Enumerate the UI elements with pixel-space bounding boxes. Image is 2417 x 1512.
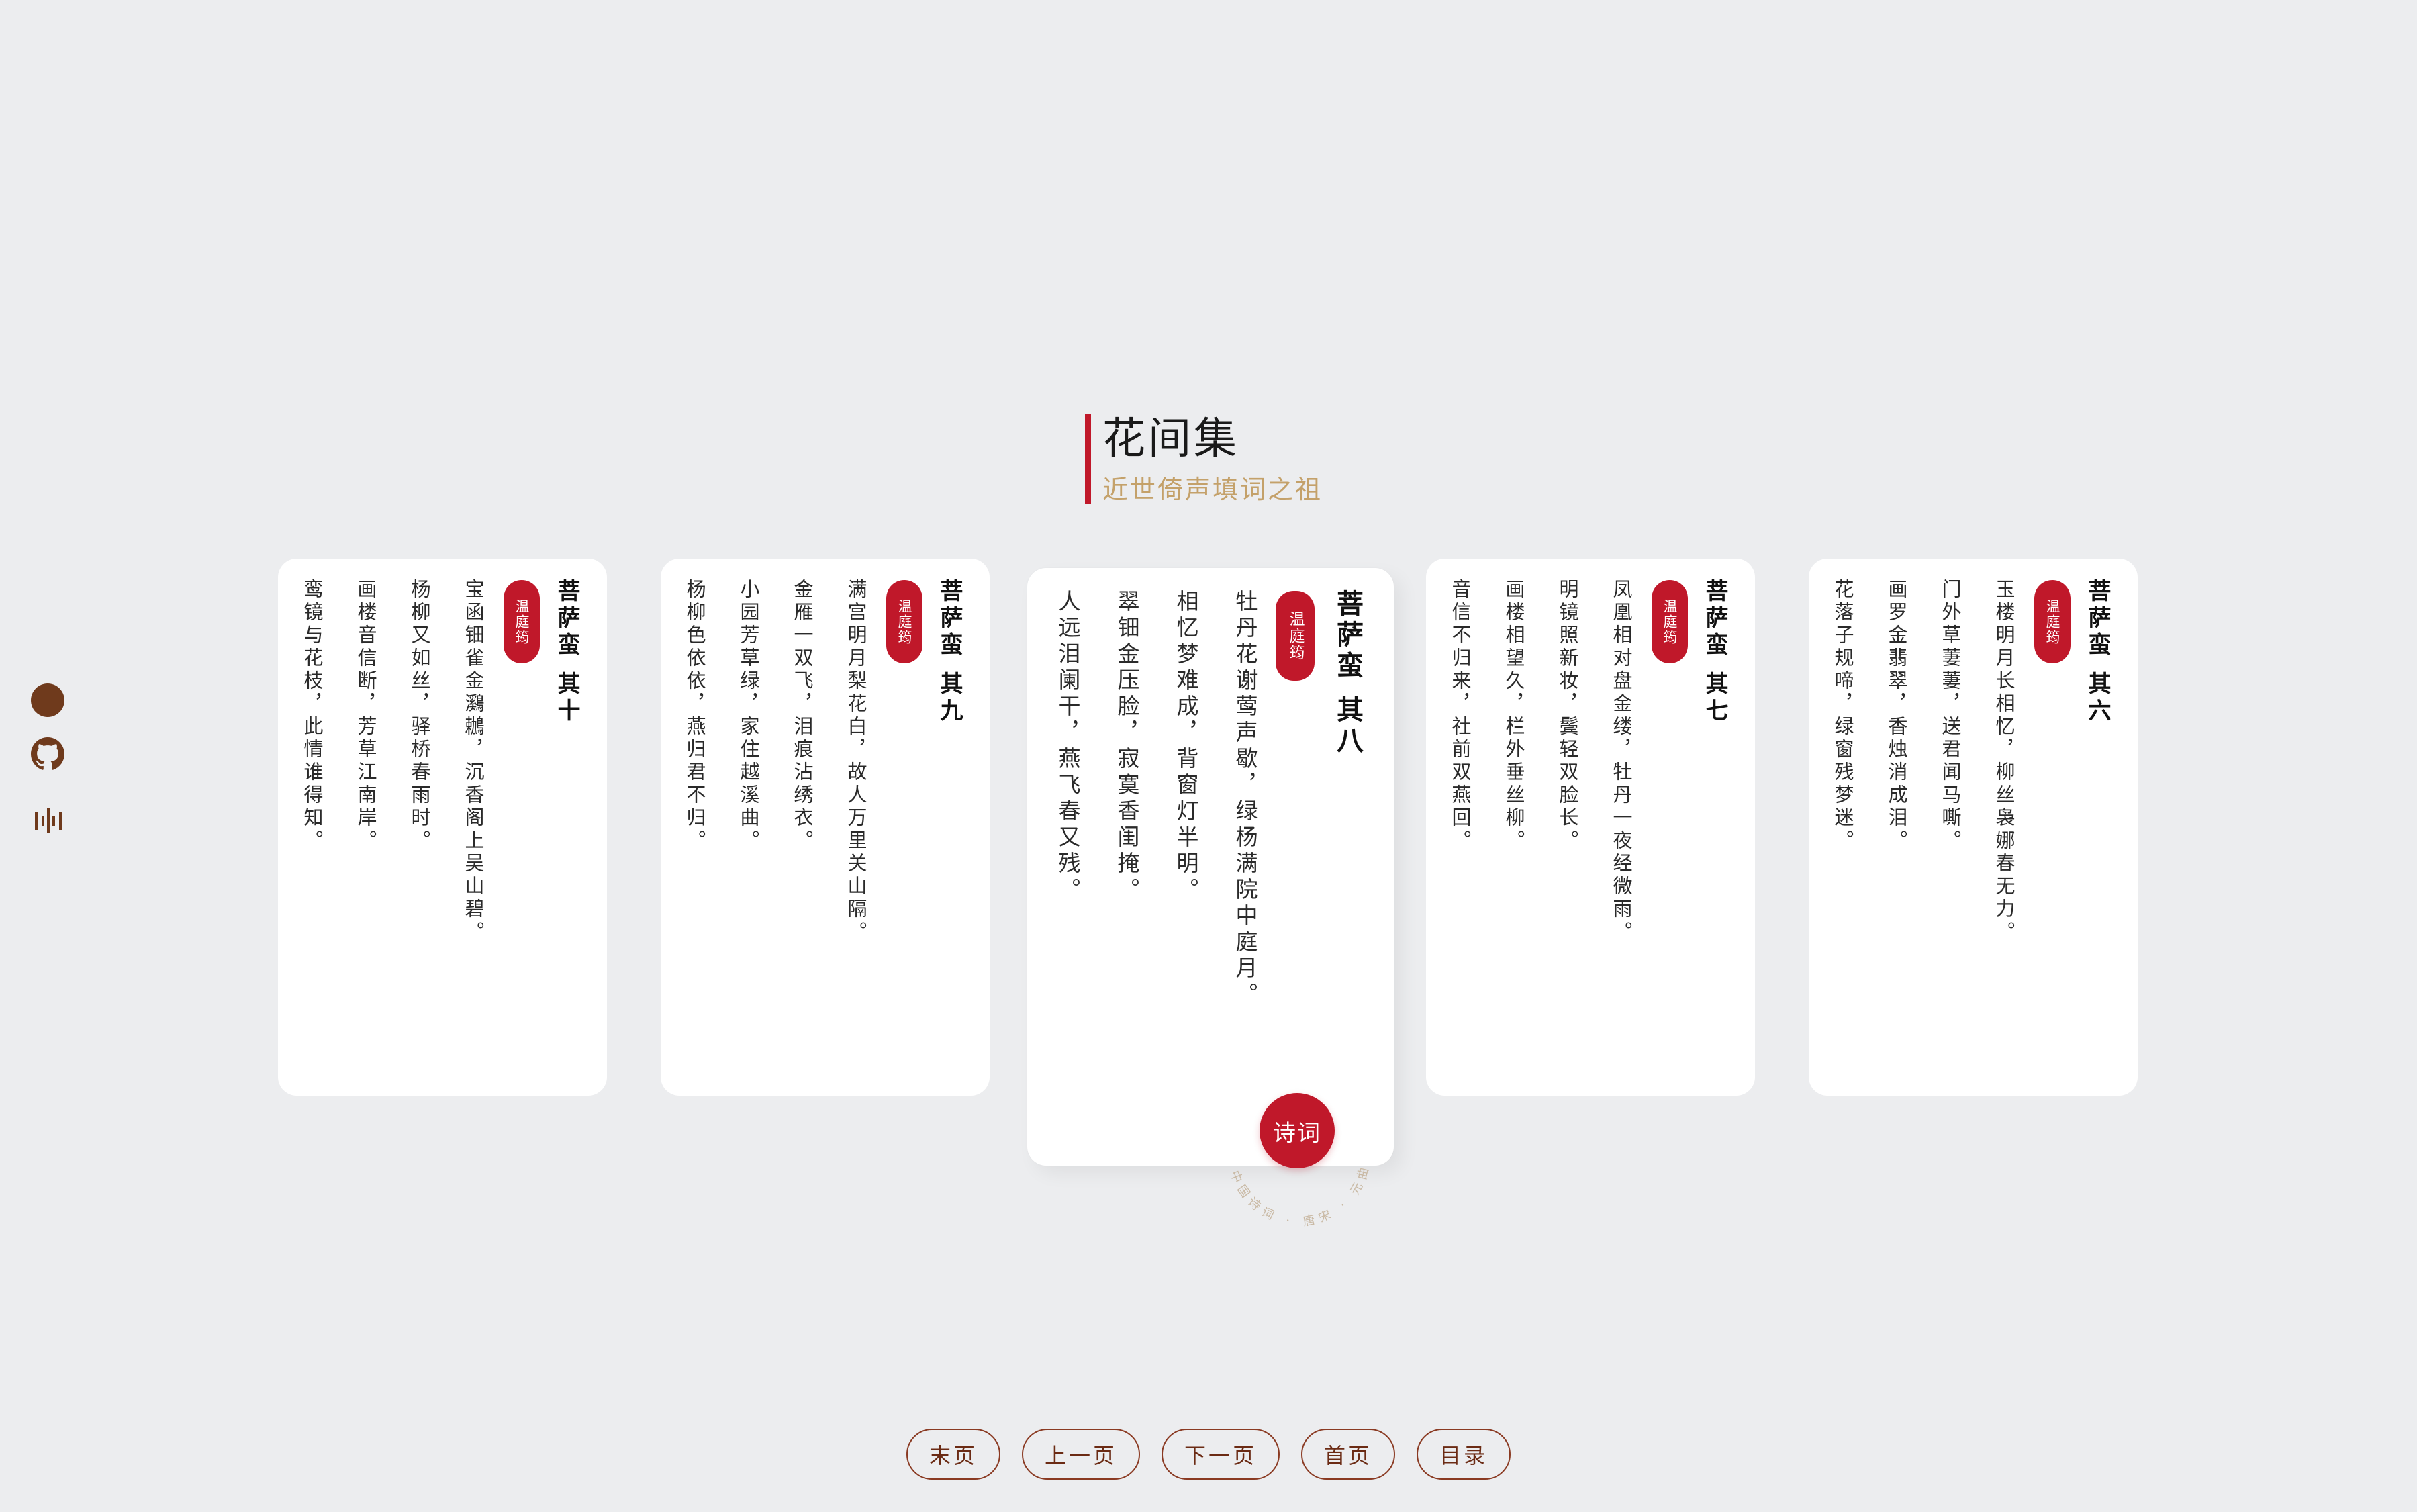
audio-wave-icon[interactable]: [34, 807, 63, 834]
poem-line: 凤凰相对盘金缕，牡丹一夜经微雨。: [1610, 579, 1633, 944]
poem-line: 宝函钿雀金鸂鶒，沉香阁上吴山碧。: [462, 579, 485, 944]
poem-line: 牡丹花谢莺声歇，绿杨满院中庭月。: [1232, 589, 1258, 1008]
poem-card[interactable]: 菩萨蛮 其十 温庭筠 宝函钿雀金鸂鶒，沉香阁上吴山碧。 杨柳又如丝，驿桥春雨时。…: [278, 559, 607, 1096]
author-badge[interactable]: 温庭筠: [2034, 580, 2071, 663]
poem-line: 翠钿金压脸，寂寞香闺掩。: [1114, 589, 1140, 904]
author-badge[interactable]: 温庭筠: [504, 580, 540, 663]
poem-line: 满宫明月梨花白，故人万里关山隔。: [845, 579, 867, 944]
poem-title: 菩萨蛮 其六: [2084, 579, 2111, 725]
poem-line: 画楼相望久，栏外垂丝柳。: [1503, 579, 1525, 853]
poem-card[interactable]: 菩萨蛮 其六 温庭筠 玉楼明月长相忆，柳丝袅娜春无力。 门外草萋萋，送君闻马嘶。…: [1809, 559, 2138, 1096]
header-accent-bar: [1085, 414, 1091, 504]
page-subtitle: 近世倚声填词之祖: [1102, 475, 1323, 504]
github-icon[interactable]: [31, 737, 64, 771]
next-page-button[interactable]: 下一页: [1162, 1429, 1280, 1480]
prev-page-button[interactable]: 上一页: [1022, 1429, 1140, 1480]
poem-line: 音信不归来，社前双燕回。: [1449, 579, 1472, 853]
poem-line: 鸾镜与花枝，此情谁得知。: [301, 579, 324, 853]
poem-card[interactable]: 菩萨蛮 其九 温庭筠 满宫明月梨花白，故人万里关山隔。 金雁一双飞，泪痕沾绣衣。…: [661, 559, 990, 1096]
ring-text-label: 中国诗词 · 唐宋 · 元曲: [1227, 1161, 1368, 1229]
poem-line: 杨柳又如丝，驿桥春雨时。: [408, 579, 431, 853]
poem-title: 菩萨蛮 其十: [553, 579, 580, 725]
poem-line: 金雁一双飞，泪痕沾绣衣。: [791, 579, 814, 853]
svg-text:中国诗词 · 唐宋 · 元曲: 中国诗词 · 唐宋 · 元曲: [1227, 1161, 1373, 1229]
author-badge[interactable]: 温庭筠: [1652, 580, 1688, 663]
author-badge[interactable]: 温庭筠: [1276, 591, 1315, 681]
poem-line: 明镜照新妆，鬓轻双脸长。: [1556, 579, 1579, 853]
poem-line: 门外草萋萋，送君闻马嘶。: [1939, 579, 1962, 853]
poem-line: 相忆梦难成，背窗灯半明。: [1173, 589, 1199, 904]
page-title: 花间集: [1102, 414, 1239, 464]
poem-title: 菩萨蛮 其七: [1701, 579, 1728, 725]
poem-line: 花落子规啼，绿窗残梦迷。: [1832, 579, 1854, 853]
poem-line: 画楼音信断，芳草江南岸。: [354, 579, 377, 853]
poem-title: 菩萨蛮 其八: [1332, 589, 1364, 757]
poem-line: 人远泪阑干，燕飞春又残。: [1055, 589, 1081, 904]
poem-card[interactable]: 菩萨蛮 其七 温庭筠 凤凰相对盘金缕，牡丹一夜经微雨。 明镜照新妆，鬓轻双脸长。…: [1426, 559, 1755, 1096]
theme-dot-icon[interactable]: [31, 683, 64, 717]
poem-line: 画罗金翡翠，香烛消成泪。: [1885, 579, 1908, 853]
poem-title: 菩萨蛮 其九: [936, 579, 963, 725]
first-page-button[interactable]: 首页: [1301, 1429, 1395, 1480]
last-page-button[interactable]: 末页: [906, 1429, 1000, 1480]
poem-line: 小园芳草绿，家住越溪曲。: [737, 579, 760, 853]
toc-button[interactable]: 目录: [1417, 1429, 1511, 1480]
poem-line: 玉楼明月长相忆，柳丝袅娜春无力。: [1993, 579, 2016, 944]
poem-line: 杨柳色依依，燕归君不归。: [683, 579, 706, 853]
author-badge[interactable]: 温庭筠: [886, 580, 922, 663]
poetry-stamp-button[interactable]: 诗词: [1260, 1093, 1335, 1168]
